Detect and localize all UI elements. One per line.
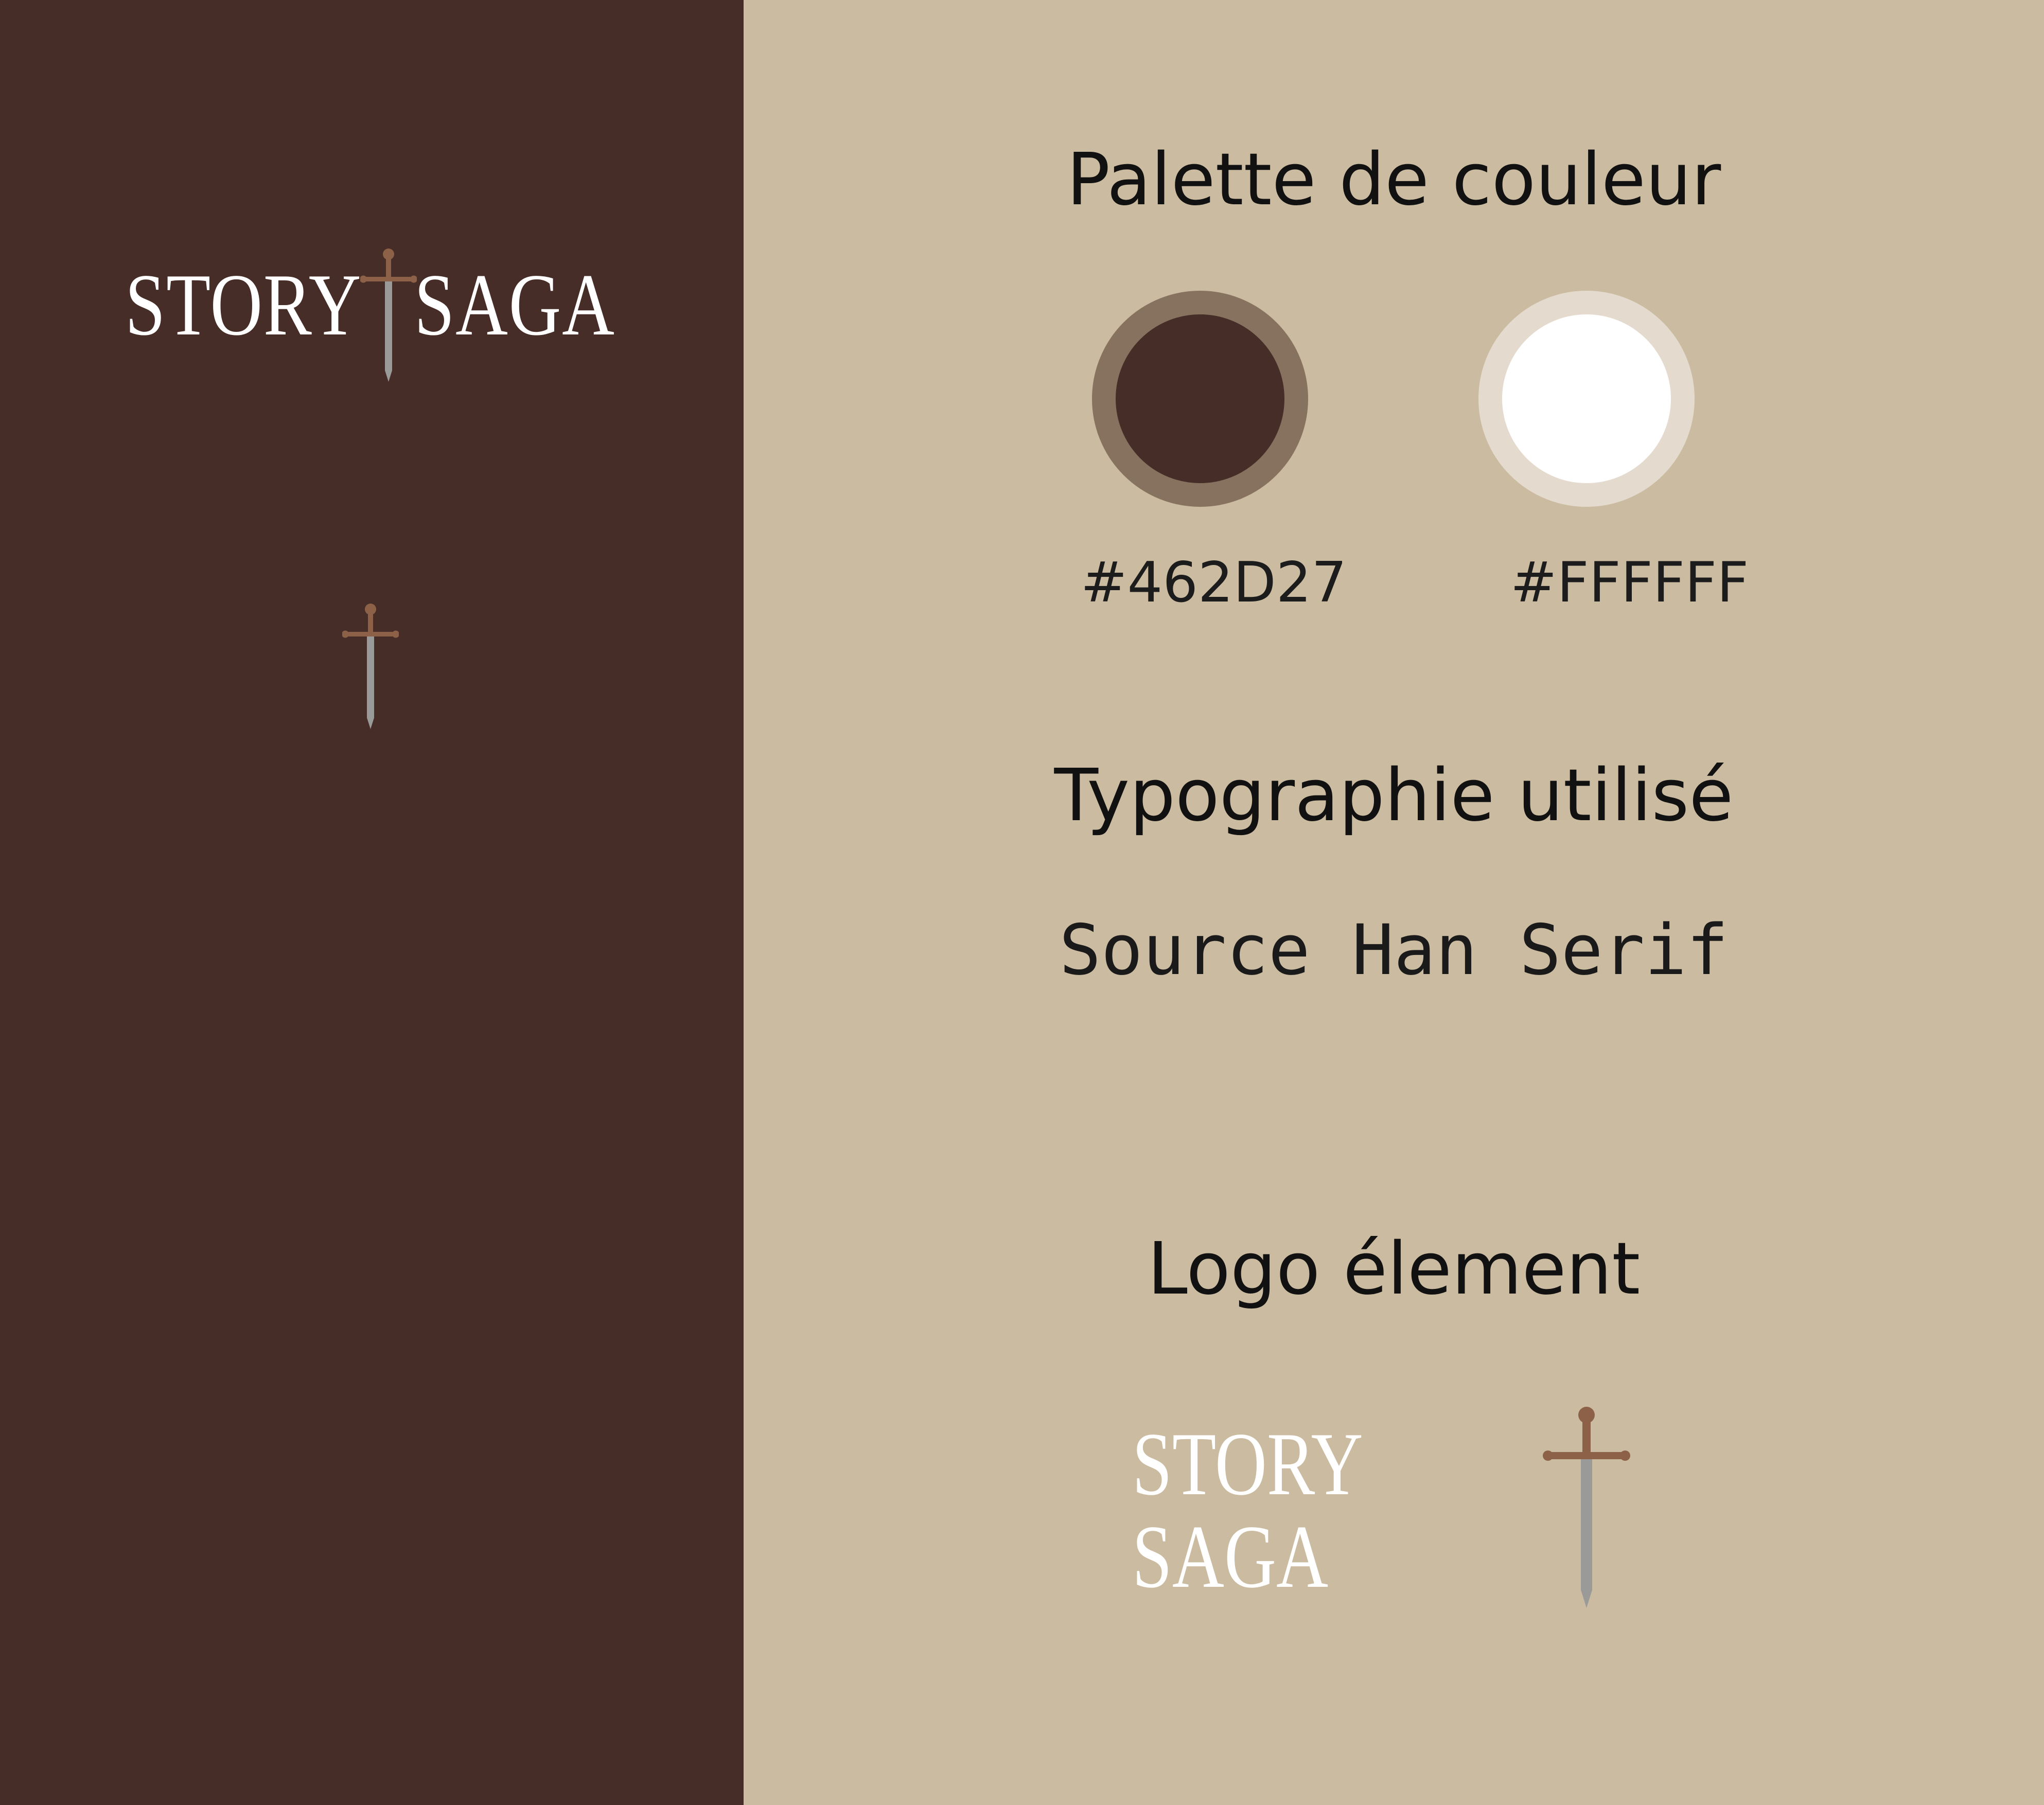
color-swatch-white xyxy=(1478,291,1695,507)
color-swatch-dark xyxy=(1092,291,1308,507)
right-panel xyxy=(744,0,2044,1805)
typography-heading: Typographie utilisé xyxy=(1054,754,1734,838)
logo-word-saga: SAGA xyxy=(414,256,615,354)
logo-element-word-saga: SAGA xyxy=(1132,1507,1329,1606)
color-hex-dark: #462D27 xyxy=(1081,551,1347,615)
font-name-sample: Source Han Serif xyxy=(1059,910,1729,990)
sword-icon xyxy=(360,249,417,382)
sword-icon xyxy=(1543,1407,1630,1608)
logo-word-story: STORY xyxy=(125,256,362,354)
logo-element-word-story: STORY xyxy=(1132,1414,1363,1514)
sword-icon xyxy=(342,604,399,729)
logo-elements-heading: Logo élement xyxy=(1147,1227,1641,1311)
color-hex-white: #FFFFFF xyxy=(1510,551,1749,615)
palette-heading: Palette de couleur xyxy=(1066,138,1721,222)
